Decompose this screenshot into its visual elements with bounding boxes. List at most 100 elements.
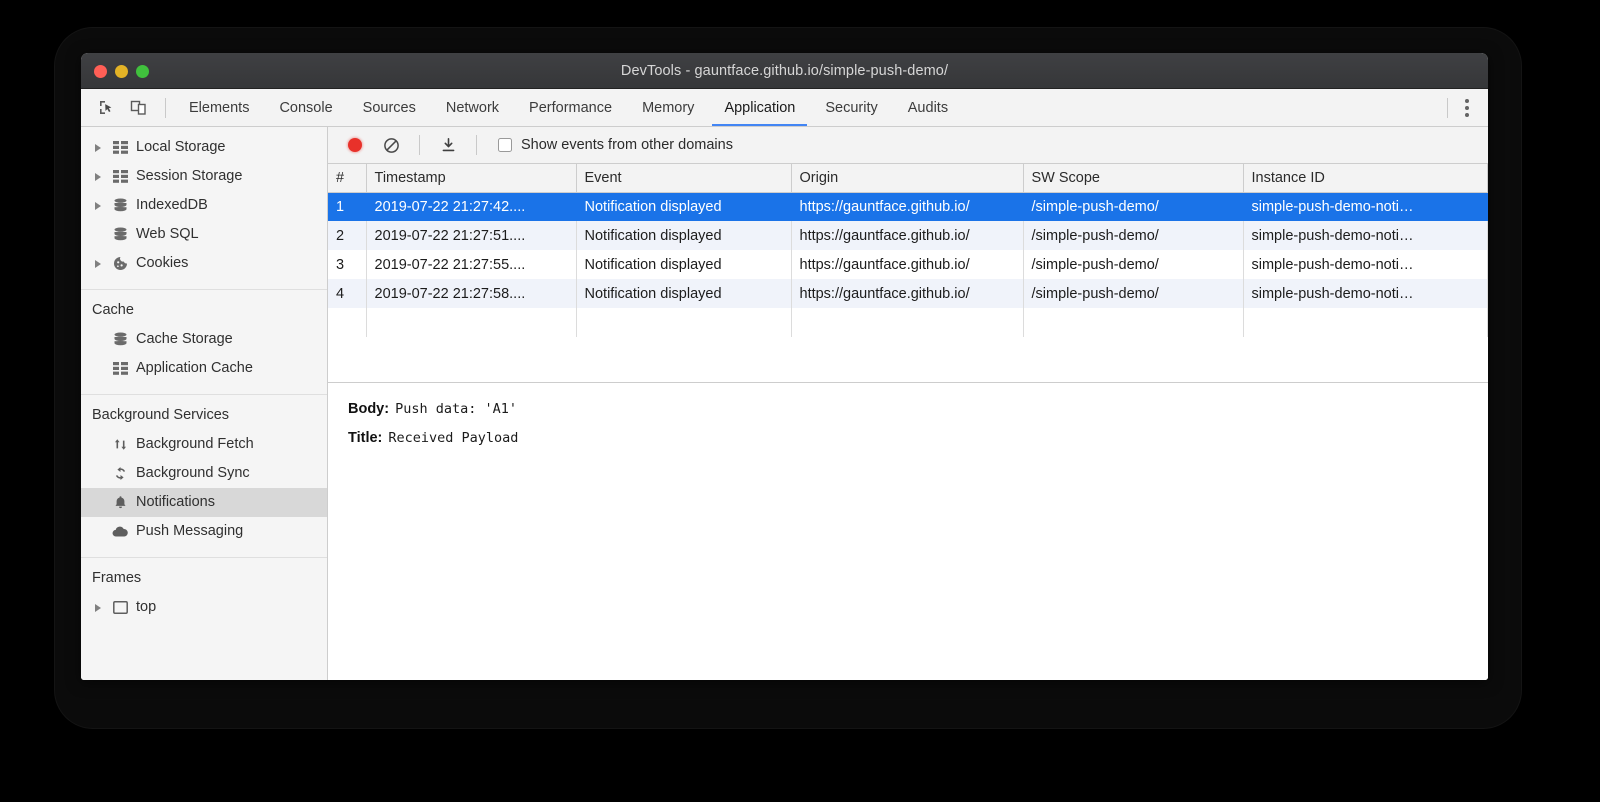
sidebar-item-background-sync[interactable]: Background Sync: [81, 459, 327, 488]
detail-body-row: Body: Push data: 'A1': [348, 401, 1488, 417]
inspect-element-icon[interactable]: [95, 97, 117, 119]
record-button[interactable]: [342, 132, 368, 158]
tabbar-separator-right: [1447, 98, 1448, 118]
tab-label: Security: [825, 100, 877, 116]
column-header-origin[interactable]: Origin: [791, 164, 1023, 192]
tab-network[interactable]: Network: [431, 89, 514, 126]
table-row[interactable]: 3 2019-07-22 21:27:55.... Notification d…: [328, 250, 1488, 279]
cell-event: Notification displayed: [576, 192, 791, 221]
sidebar-item-top-frame[interactable]: top: [81, 593, 327, 622]
column-header-index[interactable]: #: [328, 164, 366, 192]
sidebar-item-label: Local Storage: [136, 140, 225, 155]
cell-instance-id: simple-push-demo-noti…: [1243, 192, 1488, 221]
sidebar-item-session-storage[interactable]: Session Storage: [81, 162, 327, 191]
sidebar-item-label: Web SQL: [136, 227, 199, 242]
detail-title-key: Title:: [348, 430, 382, 446]
tab-performance[interactable]: Performance: [514, 89, 627, 126]
sidebar-item-cache-storage[interactable]: Cache Storage: [81, 325, 327, 354]
chevron-right-icon[interactable]: [92, 200, 104, 212]
sidebar-item-application-cache[interactable]: Application Cache: [81, 354, 327, 383]
database-icon: [111, 226, 129, 244]
tab-security[interactable]: Security: [810, 89, 892, 126]
cell-timestamp: 2019-07-22 21:27:55....: [366, 250, 576, 279]
device-toolbar-icon[interactable]: [127, 97, 149, 119]
sidebar-item-label: Push Messaging: [136, 524, 243, 539]
sidebar-item-label: Application Cache: [136, 361, 253, 376]
cell-origin: https://gauntface.github.io/: [791, 221, 1023, 250]
toolbar-separator: [476, 135, 477, 155]
cell-sw-scope: /simple-push-demo/: [1023, 192, 1243, 221]
chevron-right-icon[interactable]: [92, 602, 104, 614]
tab-label: Network: [446, 100, 499, 116]
tabbar-tool-icons: [81, 89, 157, 126]
sync-icon: [111, 465, 129, 483]
application-sidebar: Local Storage Session Storage: [81, 127, 328, 680]
table-row[interactable]: 2 2019-07-22 21:27:51.... Notification d…: [328, 221, 1488, 250]
chevron-right-icon[interactable]: [92, 171, 104, 183]
zoom-window-button[interactable]: [136, 65, 149, 78]
tab-sources[interactable]: Sources: [348, 89, 431, 126]
table-icon: [111, 139, 129, 157]
close-window-button[interactable]: [94, 65, 107, 78]
tab-label: Memory: [642, 100, 694, 116]
sidebar-item-web-sql[interactable]: Web SQL: [81, 220, 327, 249]
sidebar-divider: [81, 557, 327, 558]
cell-sw-scope: /simple-push-demo/: [1023, 250, 1243, 279]
sidebar-section-cache: Cache: [81, 296, 327, 325]
download-icon: [440, 137, 457, 154]
events-table-container[interactable]: # Timestamp Event Origin SW Scope Instan…: [328, 164, 1488, 383]
table-icon: [111, 168, 129, 186]
table-empty-space: [328, 308, 1488, 337]
export-button[interactable]: [435, 132, 461, 158]
sidebar-item-cookies[interactable]: Cookies: [81, 249, 327, 278]
sidebar-item-indexeddb[interactable]: IndexedDB: [81, 191, 327, 220]
database-icon: [111, 331, 129, 349]
cloud-icon: [111, 523, 129, 541]
sidebar-item-push-messaging[interactable]: Push Messaging: [81, 517, 327, 546]
chevron-right-icon[interactable]: [92, 142, 104, 154]
clear-icon: [383, 137, 400, 154]
column-header-timestamp[interactable]: Timestamp: [366, 164, 576, 192]
toolbar-separator: [419, 135, 420, 155]
devtools-body: Local Storage Session Storage: [81, 127, 1488, 680]
sidebar-item-label: Session Storage: [136, 169, 242, 184]
column-header-instance-id[interactable]: Instance ID: [1243, 164, 1488, 192]
tab-label: Elements: [189, 100, 249, 116]
tab-audits[interactable]: Audits: [893, 89, 963, 126]
window-title: DevTools - gauntface.github.io/simple-pu…: [81, 63, 1488, 79]
sidebar-item-local-storage[interactable]: Local Storage: [81, 133, 327, 162]
cell-origin: https://gauntface.github.io/: [791, 250, 1023, 279]
cell-event: Notification displayed: [576, 279, 791, 308]
checkbox-box-icon[interactable]: [498, 138, 512, 152]
chevron-right-icon[interactable]: [92, 258, 104, 270]
tab-memory[interactable]: Memory: [627, 89, 709, 126]
cell-event: Notification displayed: [576, 221, 791, 250]
sidebar-background-services-group: Background Services Background Fetch: [81, 401, 327, 552]
detail-body-key: Body:: [348, 401, 389, 417]
sidebar-item-notifications[interactable]: Notifications: [81, 488, 327, 517]
minimize-window-button[interactable]: [115, 65, 128, 78]
table-row[interactable]: 4 2019-07-22 21:27:58.... Notification d…: [328, 279, 1488, 308]
traffic-lights: [94, 65, 149, 78]
show-other-domains-checkbox[interactable]: Show events from other domains: [498, 137, 733, 153]
tab-application[interactable]: Application: [709, 89, 810, 126]
cell-instance-id: simple-push-demo-noti…: [1243, 250, 1488, 279]
cell-event: Notification displayed: [576, 250, 791, 279]
tab-label: Application: [724, 100, 795, 116]
cell-timestamp: 2019-07-22 21:27:42....: [366, 192, 576, 221]
sidebar-item-label: Notifications: [136, 495, 215, 510]
column-header-event[interactable]: Event: [576, 164, 791, 192]
tab-elements[interactable]: Elements: [174, 89, 264, 126]
sidebar-item-background-fetch[interactable]: Background Fetch: [81, 430, 327, 459]
column-header-sw-scope[interactable]: SW Scope: [1023, 164, 1243, 192]
cell-origin: https://gauntface.github.io/: [791, 192, 1023, 221]
tabbar-right-controls: [1439, 89, 1488, 126]
detail-title-row: Title: Received Payload: [348, 430, 1488, 446]
sidebar-section-frames: Frames: [81, 564, 327, 593]
tab-console[interactable]: Console: [264, 89, 347, 126]
clear-button[interactable]: [378, 132, 404, 158]
events-table-body: 1 2019-07-22 21:27:42.... Notification d…: [328, 192, 1488, 337]
kebab-menu-icon[interactable]: [1456, 97, 1478, 119]
table-row[interactable]: 1 2019-07-22 21:27:42.... Notification d…: [328, 192, 1488, 221]
cell-index: 4: [328, 279, 366, 308]
